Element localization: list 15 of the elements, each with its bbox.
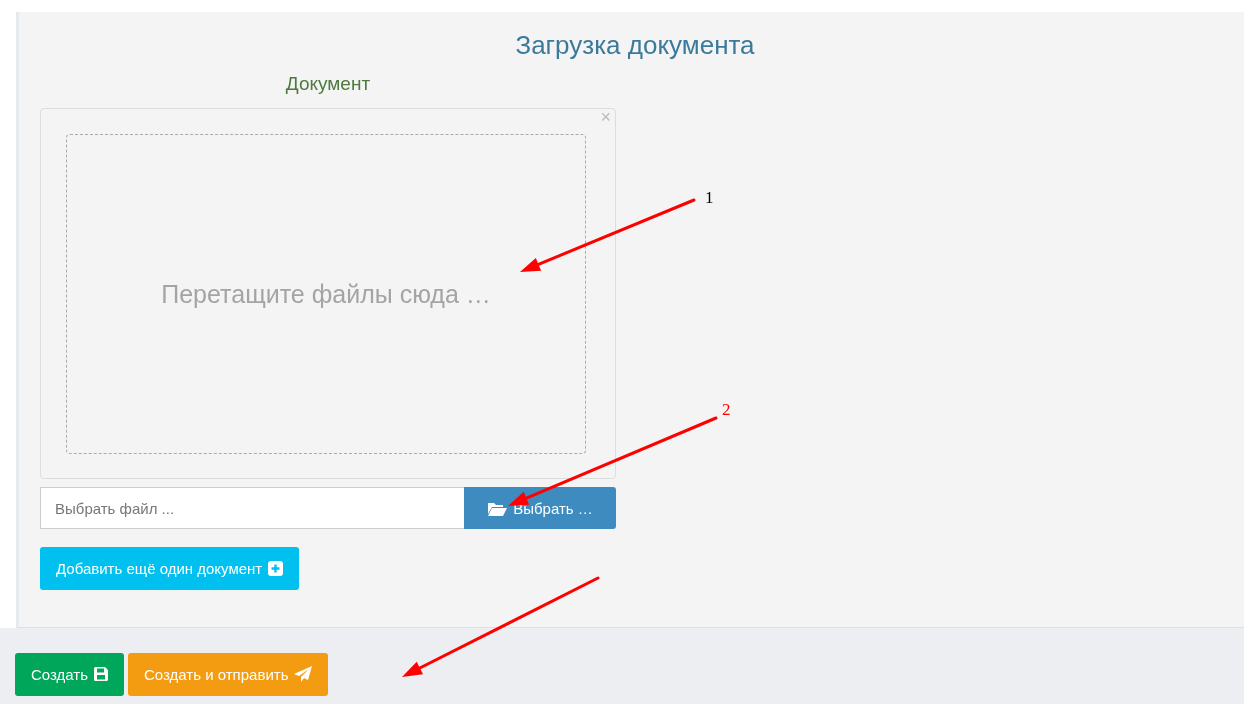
file-field[interactable]: Выбрать файл ... bbox=[40, 487, 464, 529]
dropzone[interactable]: × Перетащите файлы сюда … bbox=[40, 108, 616, 479]
browse-button[interactable]: Выбрать … bbox=[464, 487, 616, 529]
create-button[interactable]: Создать bbox=[15, 652, 124, 696]
annotation-number: 2 bbox=[722, 401, 731, 419]
annotation-number: 1 bbox=[705, 189, 714, 207]
page-title: Загрузка документа bbox=[514, 30, 756, 60]
paper-plane-icon bbox=[294, 666, 313, 682]
add-document-button[interactable]: Добавить ещё один документ bbox=[40, 547, 300, 590]
plus-square-icon bbox=[268, 561, 284, 576]
drop-hint: Перетащите файлы сюда … bbox=[161, 279, 491, 309]
document-label: Документ bbox=[285, 72, 371, 96]
close-icon[interactable]: × bbox=[600, 107, 611, 127]
folder-icon bbox=[487, 500, 508, 516]
create-and-send-button[interactable]: Создать и отправить bbox=[128, 652, 329, 696]
